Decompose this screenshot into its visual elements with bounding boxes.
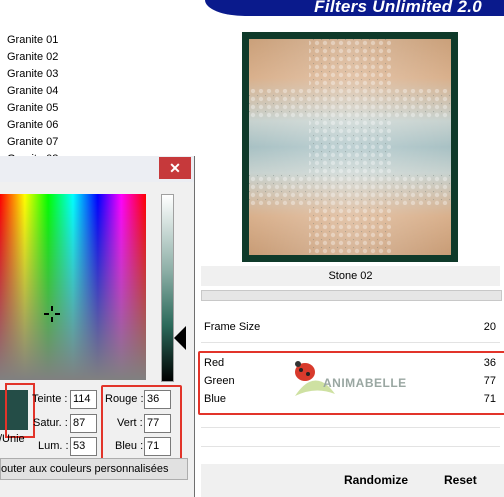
list-item[interactable]: Granite 05	[7, 102, 58, 114]
luminance-field[interactable]: 53	[70, 437, 97, 456]
luminance-label: Lum. :	[38, 440, 69, 452]
divider	[201, 446, 500, 447]
param-value: 20	[483, 321, 496, 333]
swatch-highlight-box	[5, 383, 35, 438]
preview-pattern	[249, 39, 451, 255]
button-bar: Randomize Reset	[201, 464, 504, 497]
param-value: 71	[483, 393, 496, 405]
saturation-label: Satur. :	[33, 417, 68, 429]
green-label: Vert :	[117, 417, 143, 429]
filter-list[interactable]: Granite 01 Granite 02 Granite 03 Granite…	[0, 30, 195, 170]
preview-image	[242, 32, 458, 262]
green-field[interactable]: 77	[144, 414, 171, 433]
randomize-button[interactable]: Randomize	[344, 473, 408, 487]
param-label: Green	[204, 375, 235, 387]
list-item[interactable]: Granite 04	[7, 85, 58, 97]
filter-name-label: Stone 02	[201, 266, 500, 286]
divider	[201, 342, 500, 343]
header-banner: Filters Unlimited 2.0	[205, 0, 504, 16]
param-frame-size[interactable]: Frame Size 20	[201, 320, 500, 337]
param-label: Blue	[204, 393, 227, 405]
blue-label: Bleu :	[115, 440, 144, 452]
reset-button[interactable]: Reset	[444, 473, 477, 487]
hue-field[interactable]: 114	[70, 390, 97, 409]
watermark: ANIMABELLE	[285, 356, 415, 406]
color-picker-dialog: ✕ /Unie Teinte : 114 Satur. : 87 Lum. : …	[0, 156, 195, 497]
app-title: Filters Unlimited 2.0	[314, 0, 482, 16]
close-icon[interactable]: ✕	[159, 157, 191, 179]
list-item[interactable]: Granite 06	[7, 119, 58, 131]
crosshair-icon	[44, 306, 60, 322]
add-custom-color-button[interactable]: outer aux couleurs personnalisées	[0, 458, 188, 480]
luminance-slider[interactable]	[161, 194, 174, 382]
progress-track	[201, 290, 502, 301]
list-item[interactable]: Granite 03	[7, 68, 58, 80]
watermark-text: ANIMABELLE	[323, 376, 407, 390]
blue-field[interactable]: 71	[144, 437, 171, 456]
param-label: Frame Size	[204, 321, 261, 333]
param-value: 77	[483, 375, 496, 387]
param-value: 36	[483, 357, 496, 369]
red-label: Rouge :	[105, 393, 144, 405]
red-field[interactable]: 36	[144, 390, 171, 409]
saturation-field[interactable]: 87	[70, 414, 97, 433]
hue-label: Teinte :	[32, 393, 68, 405]
list-item[interactable]: Granite 01	[7, 34, 58, 46]
color-spectrum[interactable]	[0, 194, 146, 380]
solid-color-label: /Unie	[0, 433, 25, 445]
param-label: Red	[204, 357, 225, 369]
list-item[interactable]: Granite 02	[7, 51, 58, 63]
divider	[201, 427, 500, 428]
dialog-titlebar[interactable]: ✕	[0, 156, 194, 182]
preview-texture	[249, 39, 451, 255]
list-item[interactable]: Granite 07	[7, 136, 58, 148]
luminance-arrow-icon[interactable]	[174, 326, 186, 350]
